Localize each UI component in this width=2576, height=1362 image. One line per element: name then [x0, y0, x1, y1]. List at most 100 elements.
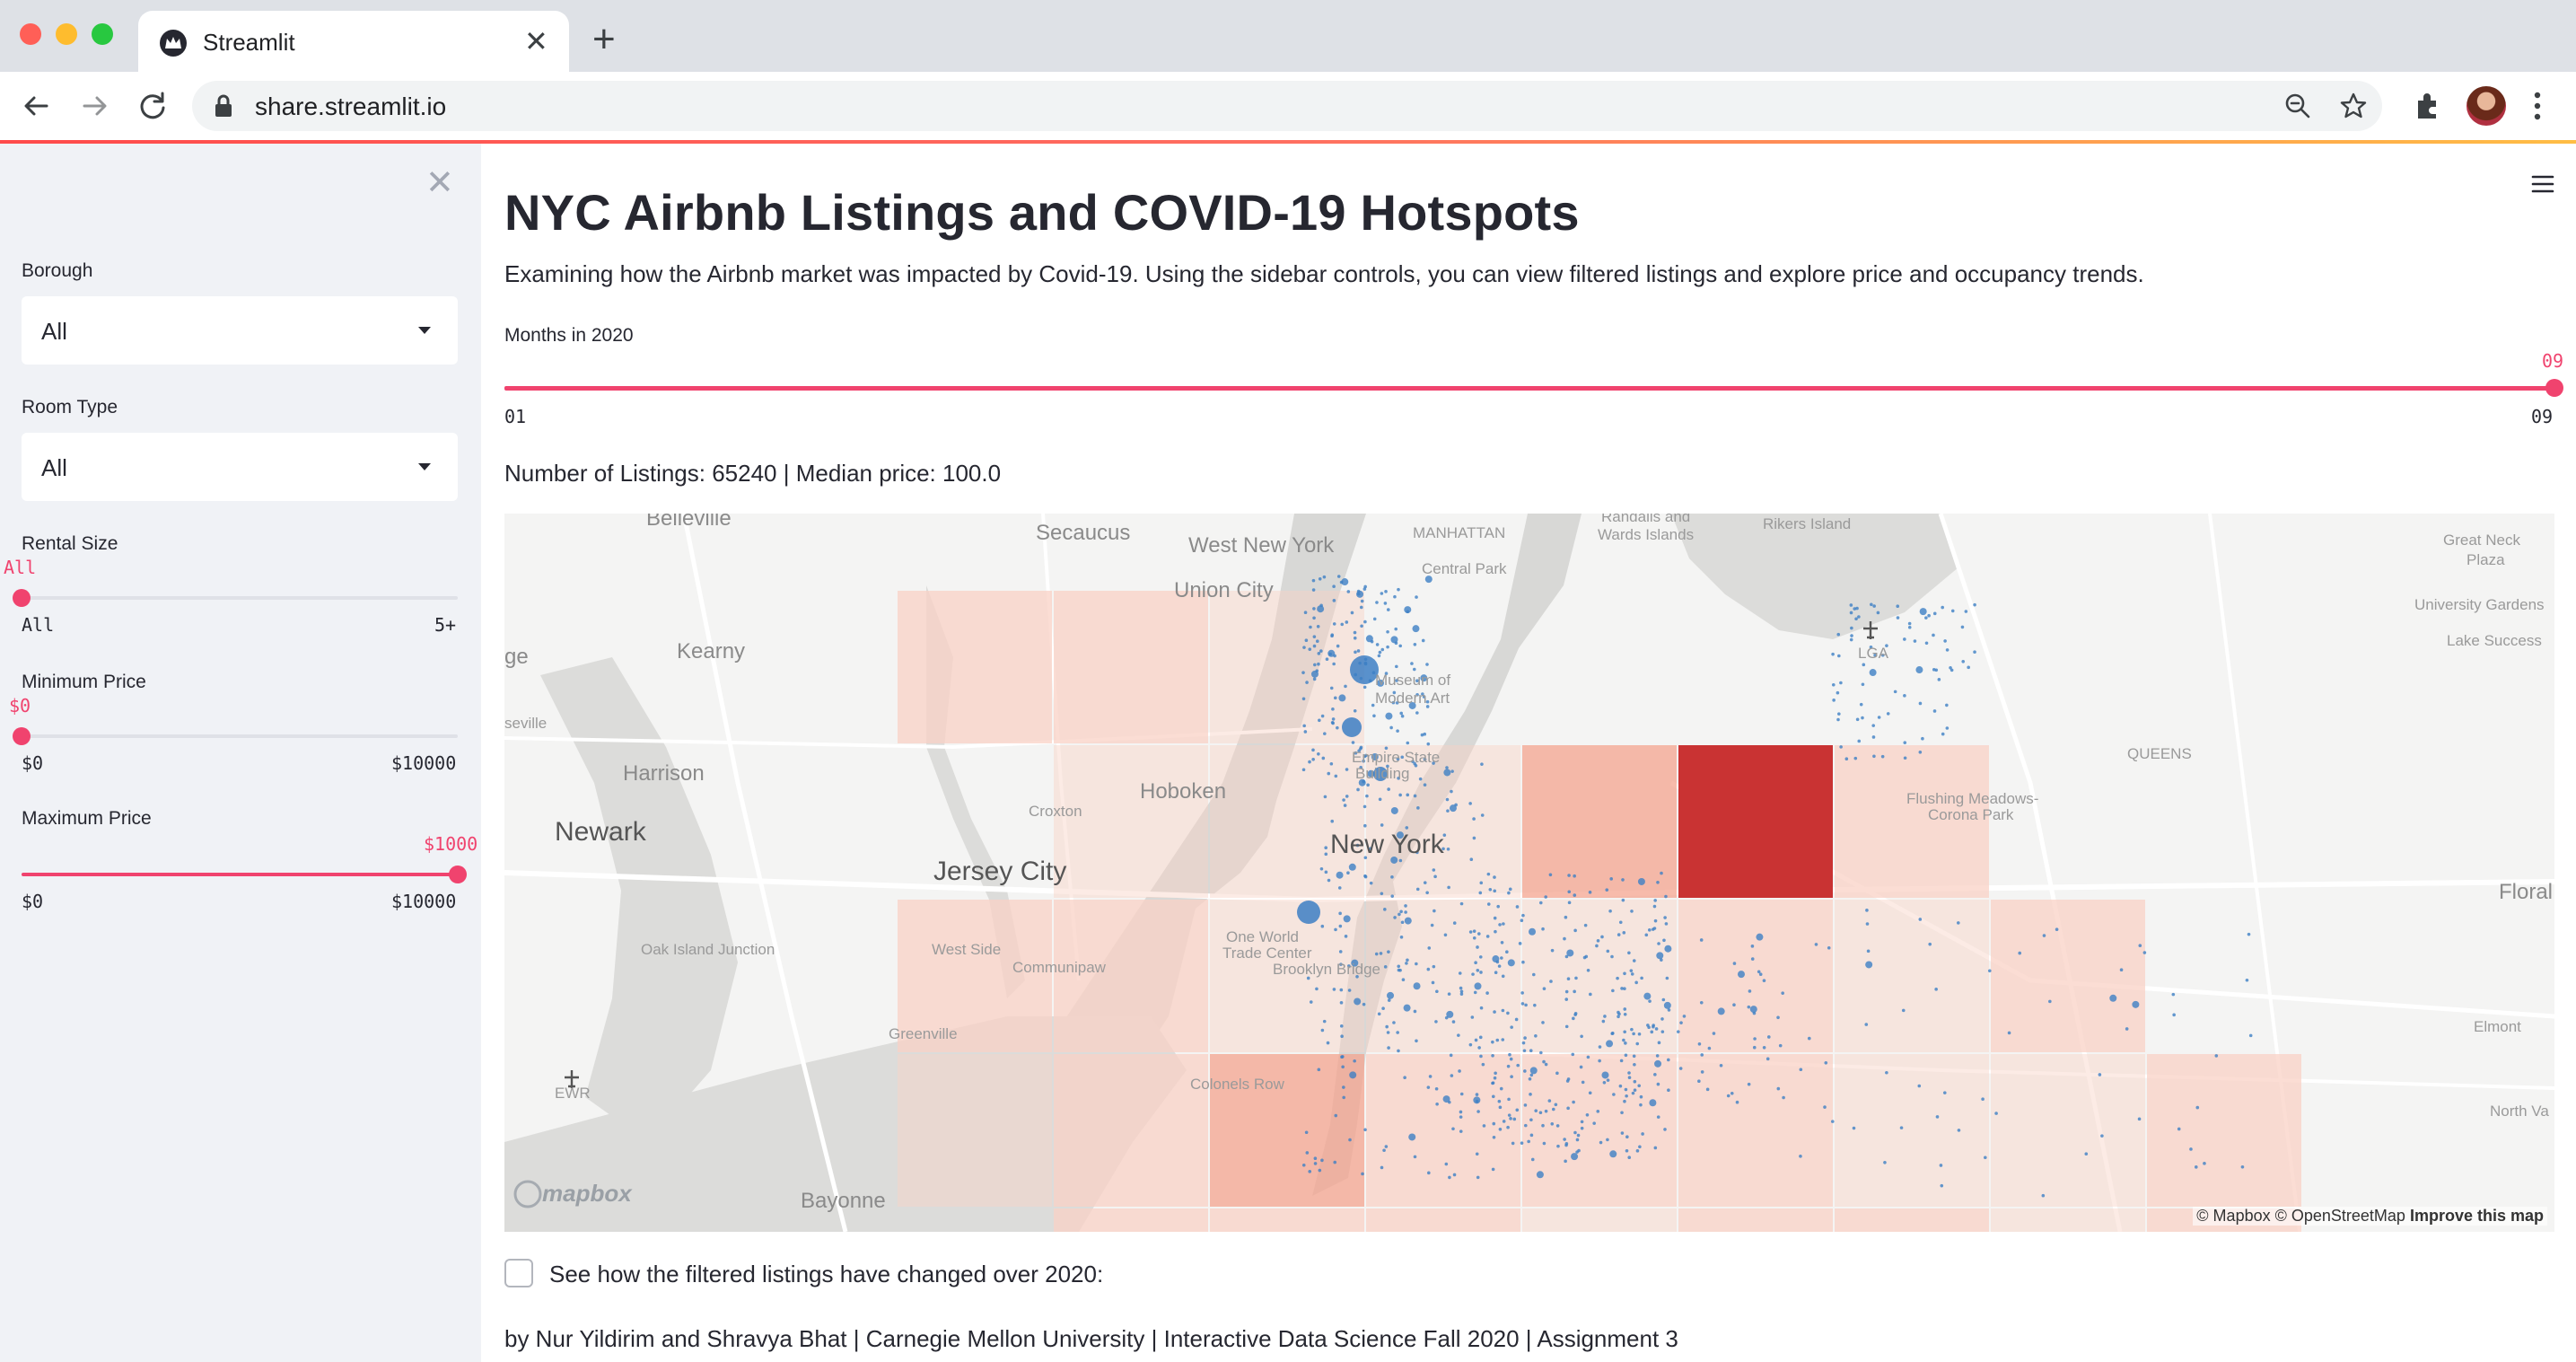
- extensions-icon[interactable]: [2413, 90, 2443, 120]
- mapbox-logo[interactable]: mapbox: [542, 1180, 632, 1208]
- hotspot-cell: [1522, 900, 1677, 1052]
- months-slider[interactable]: [504, 386, 2554, 391]
- maximize-window-button[interactable]: [92, 23, 113, 45]
- listing-point: [1362, 587, 1367, 591]
- listing-point: [1320, 1028, 1325, 1032]
- hamburger-menu-icon[interactable]: [2531, 174, 2554, 194]
- listing-point: [1413, 642, 1417, 646]
- borough-select[interactable]: All: [22, 296, 458, 365]
- listing-point: [1699, 938, 1704, 942]
- listing-point: [1541, 1021, 1545, 1024]
- listing-point: [1571, 1153, 1579, 1161]
- listing-point: [1667, 1088, 1670, 1092]
- listing-point: [1450, 1074, 1454, 1077]
- listing-point: [1839, 745, 1843, 749]
- listing-point: [1480, 762, 1484, 766]
- improve-map-link[interactable]: Improve this map: [2410, 1207, 2544, 1225]
- listing-point: [1945, 703, 1949, 707]
- rental-size-max: 5+: [434, 614, 457, 636]
- months-slider-thumb[interactable]: [2545, 379, 2563, 397]
- hotspot-cell: [1678, 745, 1833, 898]
- map-label: Croxton: [1029, 803, 1082, 820]
- listing-point: [1354, 650, 1357, 655]
- map-canvas[interactable]: [504, 514, 2554, 1232]
- listing-point: [1737, 971, 1745, 979]
- profile-avatar[interactable]: [2466, 86, 2506, 126]
- new-tab-icon[interactable]: +: [592, 18, 616, 61]
- address-bar[interactable]: share.streamlit.io: [192, 81, 2382, 131]
- hotspot-cell: [1210, 1208, 1364, 1232]
- listing-point: [1633, 1079, 1637, 1084]
- listing-point: [1501, 1038, 1505, 1041]
- listing-point: [1876, 611, 1880, 615]
- listing-point: [1635, 1041, 1640, 1046]
- listing-point: [1529, 1093, 1532, 1096]
- listing-point: [1861, 682, 1865, 687]
- listing-point: [1629, 969, 1634, 972]
- listing-point: [1623, 1007, 1627, 1011]
- listing-point: [1423, 783, 1427, 786]
- forward-arrow-icon[interactable]: [75, 86, 115, 126]
- listing-point: [1406, 741, 1410, 745]
- rental-size-slider[interactable]: [13, 589, 458, 607]
- listing-point: [1885, 1070, 1888, 1075]
- max-price-slider[interactable]: [22, 866, 467, 883]
- map-label: Jersey City: [933, 857, 1067, 886]
- footer-credits: by Nur Yildirim and Shravya Bhat | Carne…: [504, 1325, 1678, 1352]
- listing-point: [1781, 991, 1784, 995]
- rental-size-min: All: [22, 614, 55, 636]
- listing-point: [1588, 891, 1592, 894]
- tab-close-icon[interactable]: ✕: [524, 23, 548, 59]
- slider-thumb[interactable]: [13, 589, 31, 607]
- months-slider-current: 09: [2542, 350, 2564, 372]
- back-arrow-icon[interactable]: [16, 86, 56, 126]
- map-label: Modern Art: [1375, 690, 1450, 707]
- listing-point: [1862, 663, 1866, 667]
- reload-icon[interactable]: [133, 86, 172, 126]
- hotspot-cell: [1678, 1208, 1833, 1232]
- listing-point: [1345, 795, 1349, 798]
- hotspot-cell: [1991, 1208, 2145, 1232]
- changes-checkbox-label[interactable]: See how the filtered listings have chang…: [549, 1261, 1103, 1288]
- listing-point: [1625, 1148, 1629, 1153]
- close-sidebar-icon[interactable]: ✕: [425, 165, 454, 201]
- listing-point: [1316, 624, 1320, 628]
- listing-point: [1377, 654, 1381, 658]
- kebab-menu-icon[interactable]: [2531, 88, 2544, 124]
- listing-point: [1756, 933, 1764, 941]
- listing-point: [1404, 910, 1407, 914]
- listing-point: [1639, 1103, 1643, 1107]
- listing-point: [1403, 1004, 1411, 1012]
- listing-point: [1857, 739, 1862, 743]
- listing-point: [1960, 625, 1965, 629]
- listing-point: [1927, 613, 1931, 618]
- slider-thumb[interactable]: [13, 727, 31, 745]
- listing-point: [1324, 870, 1328, 874]
- map-label: Communipaw: [1012, 959, 1106, 976]
- room-type-select[interactable]: All: [22, 433, 458, 501]
- listing-point: [1949, 665, 1952, 670]
- min-price-slider[interactable]: [13, 727, 458, 745]
- listing-point: [1486, 872, 1491, 876]
- listing-point: [1459, 1110, 1463, 1114]
- browser-tab[interactable]: Streamlit ✕: [138, 11, 569, 72]
- listing-point: [1527, 1139, 1530, 1144]
- listing-point: [1515, 905, 1520, 909]
- close-window-button[interactable]: [20, 23, 41, 45]
- changes-checkbox[interactable]: [504, 1259, 533, 1287]
- listing-point: [1918, 750, 1923, 754]
- slider-thumb[interactable]: [449, 866, 467, 883]
- listing-point: [1311, 748, 1315, 752]
- listing-point: [1379, 952, 1383, 955]
- zoom-icon[interactable]: [2283, 92, 2312, 120]
- listing-point: [1973, 602, 1976, 607]
- minimize-window-button[interactable]: [56, 23, 77, 45]
- star-icon[interactable]: [2339, 92, 2368, 120]
- listing-point: [1312, 677, 1317, 681]
- listing-point: [2098, 1073, 2102, 1076]
- listings-map[interactable]: Belleville Secaucus West New York MANHAT…: [504, 514, 2554, 1232]
- listing-point: [1479, 1006, 1484, 1010]
- listing-point: [1447, 885, 1450, 890]
- listing-point: [1434, 1020, 1438, 1024]
- listing-point: [1610, 1032, 1615, 1035]
